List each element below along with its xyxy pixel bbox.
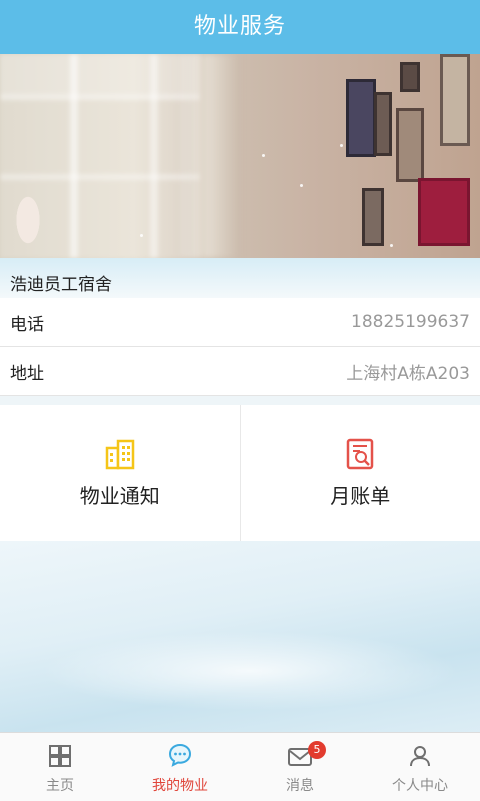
person-icon <box>408 744 432 772</box>
tab-home-label: 主页 <box>46 775 74 795</box>
tab-messages-label: 消息 <box>286 775 314 795</box>
phone-label: 电话 <box>10 310 44 335</box>
address-value: 上海村A栋A203 <box>346 359 470 384</box>
tab-profile[interactable]: 个人中心 <box>360 733 480 801</box>
page-title: 物业服务 <box>0 0 480 54</box>
bottom-tab-bar: 主页 我的物业 5 消息 个人中心 <box>0 732 480 801</box>
tab-home[interactable]: 主页 <box>0 733 120 801</box>
tab-messages[interactable]: 5 消息 <box>240 733 360 801</box>
banner-image <box>0 54 480 258</box>
grid-icon <box>48 744 72 772</box>
message-count-badge: 5 <box>308 741 326 759</box>
background-area <box>0 541 480 732</box>
monthly-bill-tile[interactable]: 月账单 <box>240 405 480 541</box>
address-row: 地址 上海村A栋A203 <box>0 347 480 396</box>
estate-info: 浩迪员工宿舍 电话 18825199637 地址 上海村A栋A203 <box>0 258 480 396</box>
monthly-bill-label: 月账单 <box>330 480 390 509</box>
tab-my-property[interactable]: 我的物业 <box>120 733 240 801</box>
address-label: 地址 <box>10 359 44 384</box>
phone-row[interactable]: 电话 18825199637 <box>0 298 480 347</box>
property-notice-label: 物业通知 <box>80 480 160 509</box>
service-tiles: 物业通知 月账单 <box>0 405 480 541</box>
building-icon <box>104 438 136 474</box>
tab-profile-label: 个人中心 <box>392 775 448 795</box>
estate-name: 浩迪员工宿舍 <box>0 258 480 298</box>
chat-bubble-icon <box>167 742 193 772</box>
property-notice-tile[interactable]: 物业通知 <box>0 405 240 541</box>
tab-my-property-label: 我的物业 <box>152 775 208 795</box>
bill-icon <box>344 438 376 474</box>
phone-value: 18825199637 <box>351 312 470 332</box>
